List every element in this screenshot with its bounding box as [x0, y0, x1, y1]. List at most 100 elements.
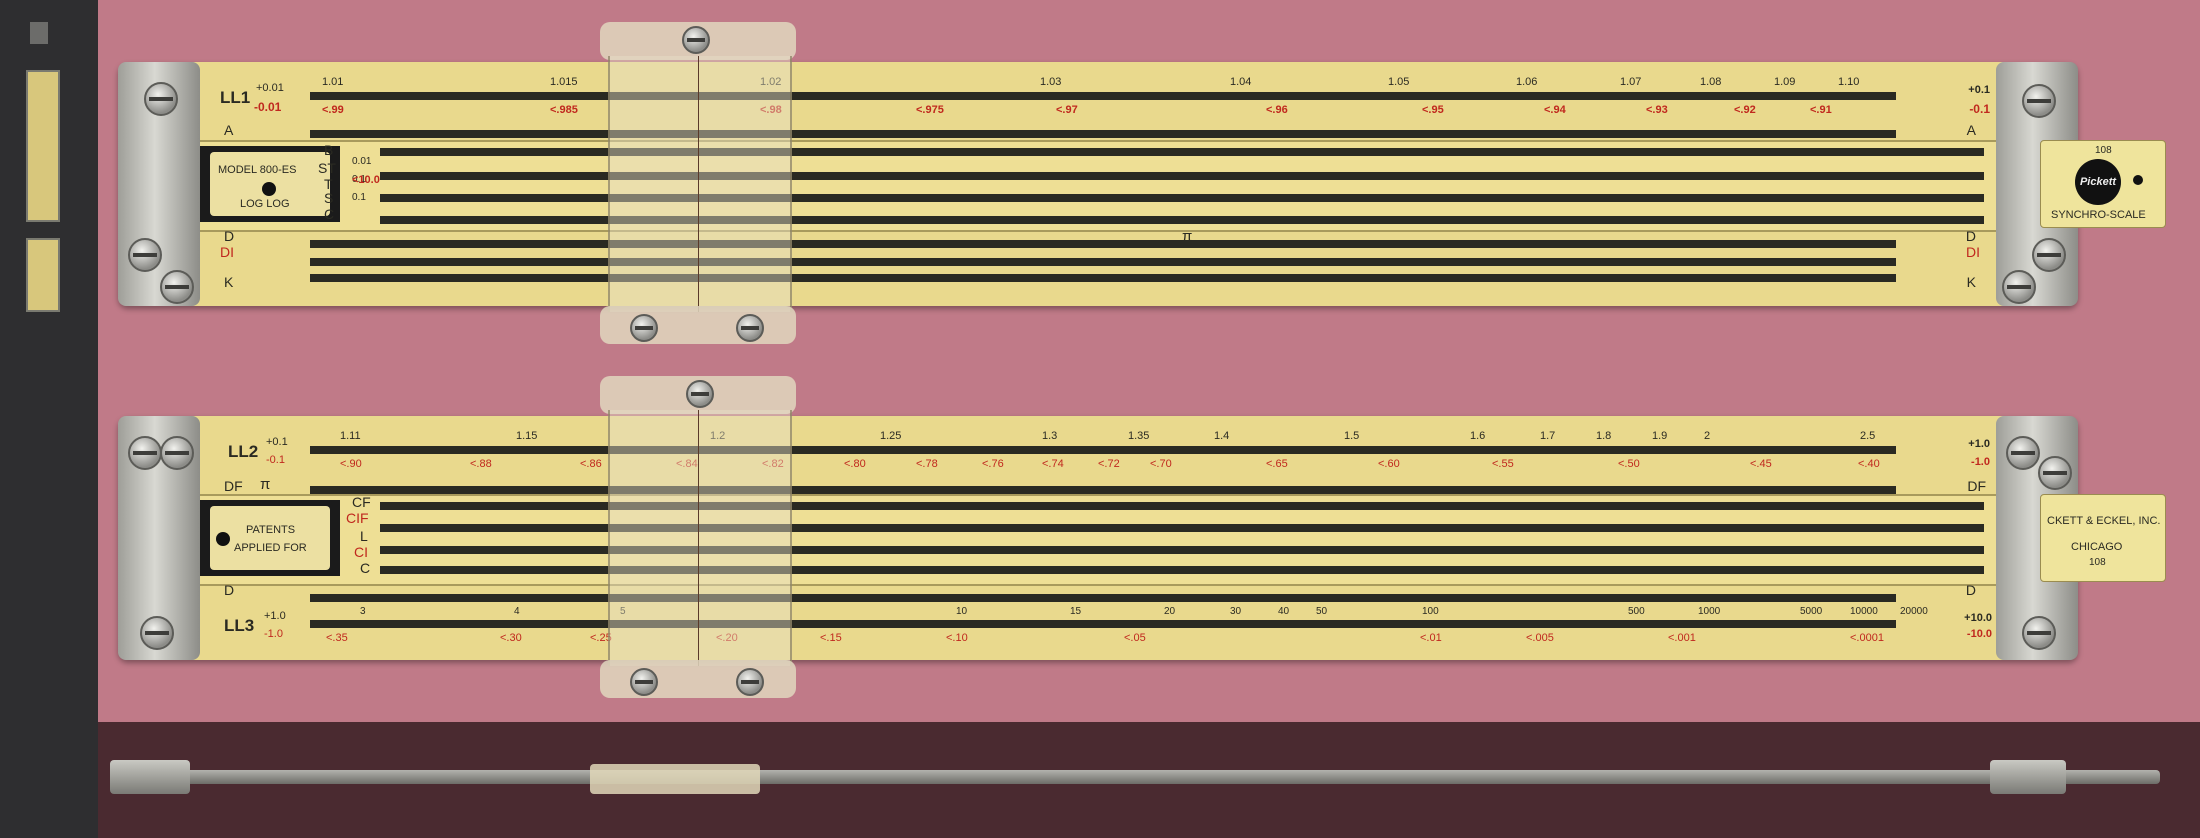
cursor-top-cap[interactable]	[600, 22, 796, 60]
side-view-bar	[110, 770, 2160, 784]
cursor-screw	[630, 314, 658, 342]
cif-scale-label: CIF	[346, 510, 369, 526]
ll1-tick-label: 1.015	[550, 76, 578, 88]
ll1-tick-label: 1.06	[1516, 76, 1538, 88]
ll2-red-tick: <.55	[1492, 458, 1514, 470]
cursor-screw	[630, 668, 658, 696]
ll2-red-tick: <.45	[1750, 458, 1772, 470]
d-scale	[310, 594, 1896, 602]
ll2-red-tick: <.78	[916, 458, 938, 470]
ll2-right-plus: +1.0	[1968, 438, 1990, 450]
c-scale-label: C	[324, 206, 335, 222]
k-scale-label-left: K	[224, 274, 234, 290]
cursor-bottom-cap[interactable]	[600, 306, 796, 344]
ll1-red-tick: <.99	[322, 104, 344, 116]
maker-tag-number: 108	[2089, 557, 2106, 568]
lower-stator: D DI K D DI K π	[200, 228, 1996, 298]
ll2-red-tick: <.60	[1378, 458, 1400, 470]
pickett-logo-icon: Pickett	[2075, 159, 2121, 205]
bracket-screw	[160, 270, 194, 304]
ll3-tick-label: 3	[360, 606, 366, 617]
ll1-red-tick: <.985	[550, 104, 578, 116]
ll2-tick-label: 1.11	[340, 430, 361, 442]
ll3-right-plus: +10.0	[1964, 612, 1992, 624]
bracket-screw	[2006, 436, 2040, 470]
ll1-minus: -0.01	[254, 100, 282, 114]
ll2-red-tick: <.74	[1042, 458, 1064, 470]
ll3-tick-label: 15	[1070, 606, 1082, 617]
ll1-red-tick: <.97	[1056, 104, 1078, 116]
ll1-tick-label: 1.04	[1230, 76, 1252, 88]
ll2-plus: +0.1	[266, 436, 288, 448]
maker-city: CHICAGO	[2071, 541, 2123, 553]
ll3-tick-label: 30	[1230, 606, 1242, 617]
cursor-screw	[736, 314, 764, 342]
bracket-screw	[140, 616, 174, 650]
model-plate: MODEL 800-ES LOG LOG	[210, 152, 330, 216]
b-scale-label: B	[324, 142, 334, 158]
left-dark-strip	[0, 0, 98, 838]
patent-plate: PATENTS APPLIED FOR	[210, 506, 330, 570]
upper-stator: LL1 +0.01 -0.01 1.01 1.015 1.02 1.03 1.0…	[200, 70, 1996, 140]
cursor-top-cap[interactable]	[600, 376, 796, 414]
d-scale	[310, 240, 1896, 248]
ll2-red-tick: <.65	[1266, 458, 1288, 470]
ll1-tick-label: 1.05	[1388, 76, 1410, 88]
upper-stator: LL2 +0.1 -0.1 1.11 1.15 1.2 1.25 1.3 1.3…	[200, 424, 1996, 494]
tag-name: SYNCHRO-SCALE	[2051, 209, 2146, 221]
ll1-red-tick: <.92	[1734, 104, 1756, 116]
s-scale-label: S	[324, 190, 334, 206]
slide-rule-front: LL1 +0.01 -0.01 1.01 1.015 1.02 1.03 1.0…	[118, 22, 2078, 344]
ll1-tick-label: 1.10	[1838, 76, 1860, 88]
ll2-tick-label: 1.3	[1042, 430, 1058, 442]
cursor-window[interactable]	[608, 56, 792, 312]
ll3-tick-label: 40	[1278, 606, 1290, 617]
ll1-red-tick: <.94	[1544, 104, 1566, 116]
ll2-red-tick: <.76	[982, 458, 1004, 470]
ll2-red-tick: <.86	[580, 458, 602, 470]
applied-text: APPLIED FOR	[234, 542, 307, 554]
s-red-tick: <10.0	[352, 174, 380, 186]
ll2-tick-label: 1.15	[516, 430, 538, 442]
d-scale-label-right: D	[1965, 228, 1976, 244]
ll2-red-tick: <.72	[1098, 458, 1120, 470]
tag-hole	[2133, 175, 2143, 185]
ll2-tick-label: 1.4	[1214, 430, 1230, 442]
a-scale	[310, 130, 1896, 138]
pi-mark: π	[260, 476, 271, 493]
st-scale-label: ST	[318, 160, 336, 176]
ll2-tick-label: 1.25	[880, 430, 902, 442]
ll1-red-tick: <.975	[916, 104, 944, 116]
s-tick: 0.1	[352, 192, 366, 203]
cursor-bottom-cap[interactable]	[600, 660, 796, 698]
ll2-tick-label: 1.7	[1540, 430, 1556, 442]
di-scale-label-left: DI	[220, 244, 234, 260]
ll1-red-tick: <.91	[1810, 104, 1832, 116]
cf-scale-label: CF	[352, 494, 371, 510]
d-scale-label-left: D	[224, 228, 235, 244]
ll3-red-tick: <.005	[1526, 632, 1554, 644]
center-slide[interactable]	[200, 140, 1996, 232]
ll2-red-tick: <.40	[1858, 458, 1880, 470]
ll3-red-tick: <.05	[1124, 632, 1146, 644]
a-scale-label-left: A	[224, 122, 234, 138]
ll1-right-plus: +0.1	[1968, 84, 1990, 96]
loglog-text: LOG LOG	[240, 198, 290, 210]
lower-stator: D D LL3 +1.0 -1.0 3 4 5 10 15 20 30 40 5…	[200, 582, 1996, 652]
ll3-red-tick: <.10	[946, 632, 968, 644]
synchro-scale-tag: 108 Pickett SYNCHRO-SCALE	[2040, 140, 2166, 228]
cursor-window[interactable]	[608, 410, 792, 666]
ll3-scale	[310, 620, 1896, 628]
ll2-tick-label: 1.5	[1344, 430, 1360, 442]
ll2-tick-label: 1.35	[1128, 430, 1150, 442]
ll2-right-minus: -1.0	[1971, 456, 1990, 468]
st-tick: 0.01	[352, 156, 372, 167]
side-view-left-clamp	[110, 760, 190, 794]
center-slide[interactable]	[200, 494, 1996, 586]
ll2-tick-label: 1.8	[1596, 430, 1612, 442]
ll3-red-tick: <.0001	[1850, 632, 1884, 644]
ll2-red-tick: <.50	[1618, 458, 1640, 470]
ll2-tick-label: 1.9	[1652, 430, 1668, 442]
ll1-tick-label: 1.07	[1620, 76, 1642, 88]
bracket-screw	[144, 82, 178, 116]
